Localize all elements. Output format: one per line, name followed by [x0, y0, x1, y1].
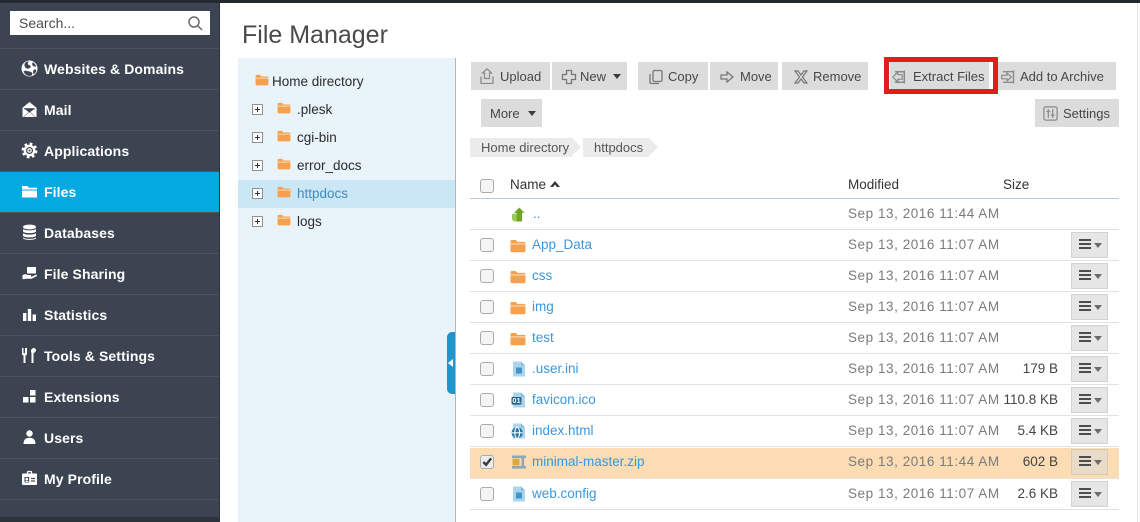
svg-text:01: 01: [512, 396, 520, 405]
